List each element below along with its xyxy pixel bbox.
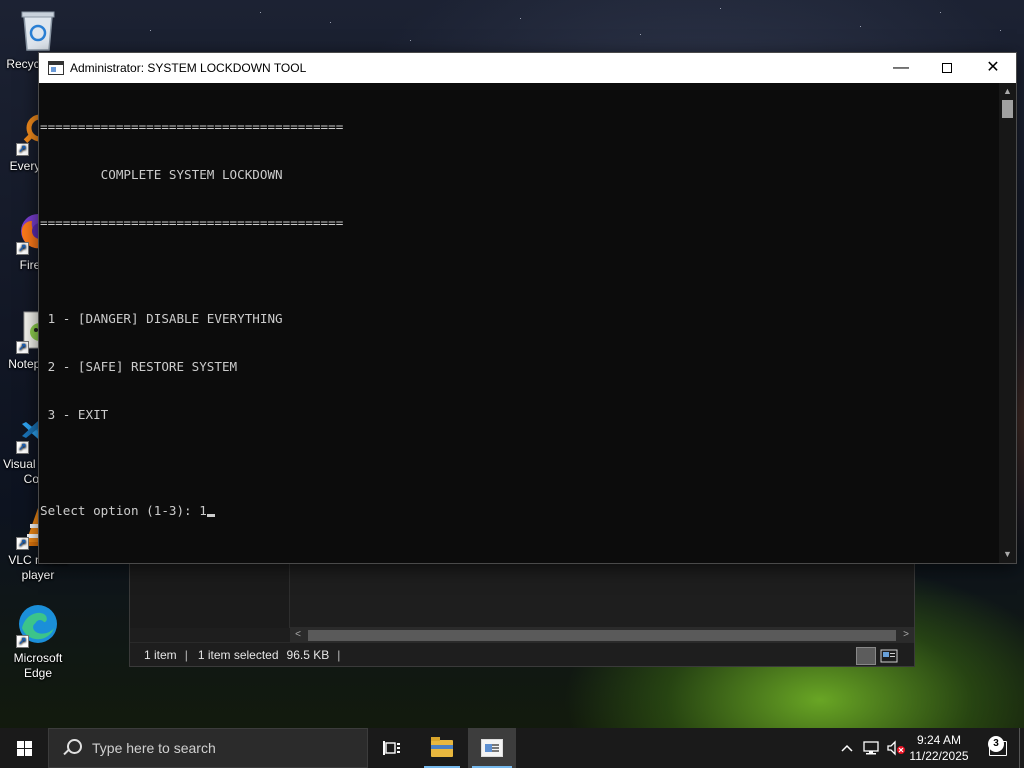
- navigation-pane[interactable]: [130, 561, 290, 628]
- menu-option-2: 2 - [SAFE] RESTORE SYSTEM: [40, 359, 238, 374]
- minimize-button[interactable]: —: [878, 53, 924, 83]
- scroll-down-icon[interactable]: ▼: [999, 546, 1016, 563]
- large-icons-view-button[interactable]: [880, 647, 900, 665]
- item-count: 1 item: [144, 648, 177, 662]
- prompt-line[interactable]: Select option (1-3): 1: [40, 503, 999, 519]
- clock-time: 9:24 AM: [916, 733, 962, 747]
- scrollbar-thumb[interactable]: [1002, 100, 1013, 118]
- console-window[interactable]: Administrator: SYSTEM LOCKDOWN TOOL — ✕ …: [38, 52, 1017, 564]
- chevron-up-icon: [841, 744, 853, 752]
- console-line: ========================================: [40, 215, 344, 230]
- scroll-left-icon[interactable]: <: [290, 627, 306, 643]
- console-line: ========================================: [40, 119, 344, 134]
- shortcut-arrow-icon: ↗: [16, 242, 29, 255]
- window-title: Administrator: SYSTEM LOCKDOWN TOOL: [70, 61, 307, 75]
- edge-icon: ↗: [14, 600, 62, 648]
- recycle-bin-icon: [14, 6, 62, 54]
- scroll-right-icon[interactable]: >: [898, 627, 914, 643]
- maximize-icon: [942, 62, 952, 73]
- clock-date: 11/22/2025: [909, 749, 969, 763]
- search-icon: [62, 738, 82, 758]
- volume-button[interactable]: [884, 728, 908, 768]
- menu-option-1: 1 - [DANGER] DISABLE EVERYTHING: [40, 311, 283, 326]
- shortcut-arrow-icon: ↗: [16, 537, 29, 550]
- minimize-icon: —: [893, 59, 909, 76]
- explorer-status-bar: 1 item | 1 item selected 96.5 KB |: [130, 642, 914, 666]
- volume-muted-icon: [887, 740, 905, 756]
- taskbar: Type here to search 9:24 AM 11/22/2025 3: [0, 728, 1024, 768]
- scrollbar-thumb[interactable]: [308, 630, 896, 641]
- shortcut-arrow-icon: ↗: [16, 341, 29, 354]
- task-view-icon: [383, 741, 400, 755]
- task-view-button[interactable]: [372, 728, 412, 768]
- horizontal-scrollbar[interactable]: < >: [290, 627, 914, 643]
- details-view-button[interactable]: [856, 647, 876, 665]
- notification-count-badge: 3: [988, 736, 1004, 752]
- maximize-button[interactable]: [924, 53, 970, 83]
- vertical-scrollbar[interactable]: ▲ ▼: [999, 83, 1016, 563]
- selection-count: 1 item selected: [197, 648, 279, 662]
- close-icon: ✕: [986, 59, 1000, 76]
- console-heading: COMPLETE SYSTEM LOCKDOWN: [40, 167, 283, 182]
- close-button[interactable]: ✕: [970, 53, 1016, 83]
- prompt-input[interactable]: 1: [199, 503, 207, 518]
- shortcut-arrow-icon: ↗: [16, 635, 29, 648]
- shortcut-arrow-icon: ↗: [16, 441, 29, 454]
- shortcut-arrow-icon: ↗: [16, 143, 29, 156]
- desktop-icon-edge[interactable]: ↗ Microsoft Edge: [0, 600, 76, 681]
- action-center-button[interactable]: 3: [978, 728, 1018, 768]
- taskbar-console-button[interactable]: [468, 728, 516, 768]
- network-button[interactable]: [860, 728, 882, 768]
- folder-icon: [431, 736, 453, 757]
- scroll-up-icon[interactable]: ▲: [999, 83, 1016, 100]
- file-explorer-window[interactable]: < > 1 item | 1 item selected 96.5 KB |: [129, 560, 915, 667]
- prompt-text: Select option (1-3):: [40, 503, 200, 518]
- console-app-icon: [48, 61, 64, 75]
- start-button[interactable]: [0, 728, 48, 768]
- search-placeholder: Type here to search: [92, 740, 216, 756]
- menu-option-3: 3 - EXIT: [40, 407, 109, 422]
- text-cursor: [206, 514, 215, 517]
- show-desktop-button[interactable]: [1019, 728, 1024, 768]
- desktop-icon-label: Microsoft Edge: [13, 651, 63, 680]
- console-title-bar[interactable]: Administrator: SYSTEM LOCKDOWN TOOL — ✕: [39, 53, 1016, 83]
- taskbar-clock[interactable]: 9:24 AM 11/22/2025: [906, 728, 972, 768]
- windows-logo-icon: [16, 740, 32, 756]
- selection-size: 96.5 KB: [286, 648, 330, 662]
- show-hidden-icons-button[interactable]: [836, 728, 858, 768]
- network-icon: [863, 741, 879, 755]
- console-output[interactable]: ========================================…: [39, 83, 999, 563]
- taskbar-search-box[interactable]: Type here to search: [48, 728, 368, 768]
- console-window-icon: [481, 739, 503, 757]
- taskbar-file-explorer-button[interactable]: [420, 728, 464, 768]
